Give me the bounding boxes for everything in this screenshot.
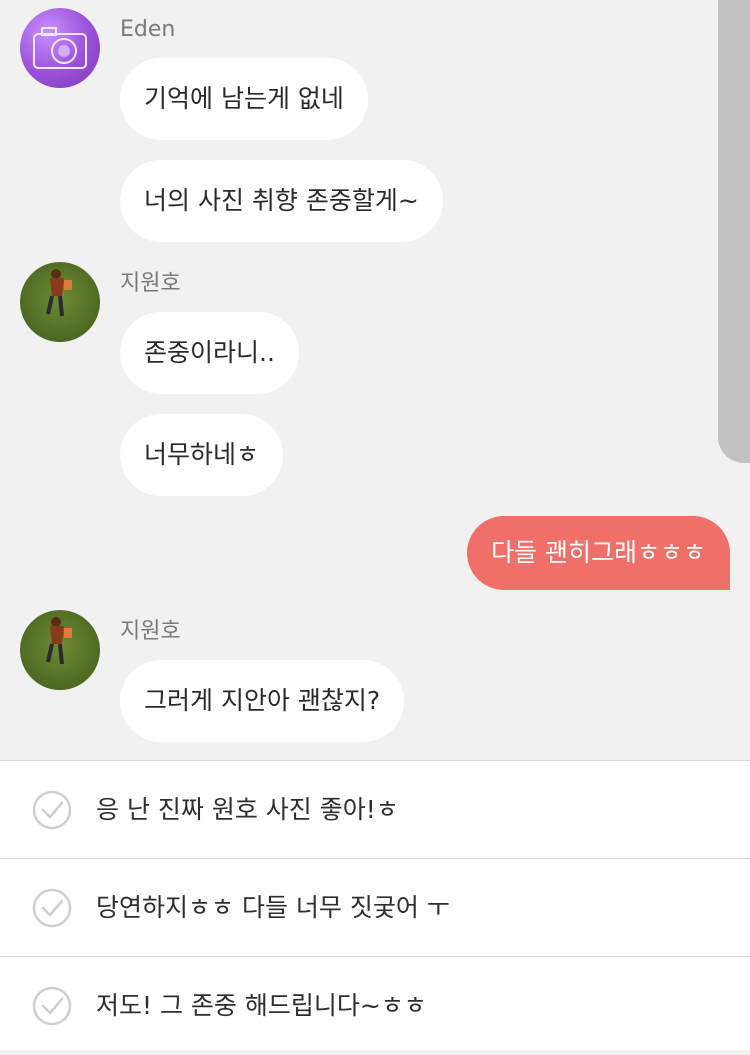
reply-option-label: 당연하지ㅎㅎ 다들 너무 짓궂어 ㅜ [96,893,450,922]
reply-option[interactable]: 당연하지ㅎㅎ 다들 너무 짓궂어 ㅜ [0,859,750,957]
camera-icon [33,27,87,69]
sender-name: Eden [120,17,176,42]
person-on-grass-icon [46,617,72,665]
reply-option-label: 저도! 그 존중 해드립니다~ㅎㅎ [96,991,427,1020]
reply-options-panel: 응 난 진짜 원호 사진 좋아!ㅎ 당연하지ㅎㅎ 다들 너무 짓궂어 ㅜ 저도!… [0,760,750,1050]
sender-name: 지원호 [120,619,181,644]
reply-option[interactable]: 응 난 진짜 원호 사진 좋아!ㅎ [0,761,750,859]
message-bubble: 존중이라니.. [120,312,299,394]
camera-avatar[interactable] [20,8,100,88]
check-circle-icon [32,888,72,928]
sender-name: 지원호 [120,271,181,296]
message-bubble: 너의 사진 취향 존중할게~ [120,160,443,242]
message-bubble: 기억에 남는게 없네 [120,58,368,140]
grass-photo-avatar[interactable] [20,610,100,690]
scrollbar-thumb[interactable] [718,0,750,463]
grass-photo-avatar[interactable] [20,262,100,342]
check-circle-icon [32,986,72,1026]
check-circle-icon [32,790,72,830]
reply-option[interactable]: 저도! 그 존중 해드립니다~ㅎㅎ [0,957,750,1055]
person-on-grass-icon [46,269,72,317]
message-bubble: 너무하네ㅎ [120,414,284,496]
message-bubble: 그러게 지안아 괜찮지? [120,660,405,742]
outgoing-message-bubble: 다들 괜히그래ㅎㅎㅎ [467,516,730,590]
reply-option-label: 응 난 진짜 원호 사진 좋아!ㅎ [96,795,399,824]
chat-area[interactable]: Eden 기억에 남는게 없네 너의 사진 취향 존중할게~ 지원호 존중이라니… [0,0,750,760]
